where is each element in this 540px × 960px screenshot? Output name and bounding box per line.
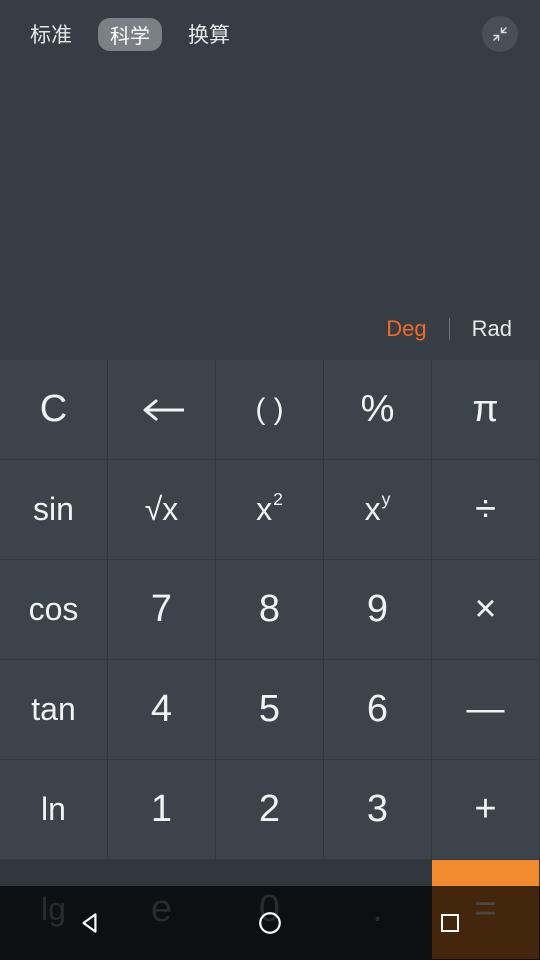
square-exp: 2: [273, 489, 283, 510]
parentheses-button[interactable]: ( ): [216, 360, 324, 460]
triangle-back-icon: [77, 910, 103, 936]
angle-mode: Deg Rad: [386, 316, 512, 342]
two-button[interactable]: 2: [216, 760, 324, 860]
tab-standard[interactable]: 标准: [22, 16, 80, 52]
power-exp: y: [382, 489, 391, 510]
angle-separator: [449, 318, 450, 340]
angle-rad[interactable]: Rad: [472, 316, 512, 342]
tab-convert[interactable]: 换算: [180, 16, 238, 52]
four-button[interactable]: 4: [108, 660, 216, 760]
tab-scientific[interactable]: 科学: [98, 18, 162, 51]
five-button[interactable]: 5: [216, 660, 324, 760]
collapse-icon: [491, 25, 509, 43]
eight-button[interactable]: 8: [216, 560, 324, 660]
backspace-button[interactable]: [108, 360, 216, 460]
square-base: x: [256, 491, 272, 528]
one-button[interactable]: 1: [108, 760, 216, 860]
three-button[interactable]: 3: [324, 760, 432, 860]
nav-home[interactable]: [255, 908, 285, 938]
percent-button[interactable]: %: [324, 360, 432, 460]
minus-button[interactable]: —: [432, 660, 540, 760]
square-recent-icon: [438, 911, 462, 935]
plus-button[interactable]: +: [432, 760, 540, 860]
square-button[interactable]: x2: [216, 460, 324, 560]
seven-button[interactable]: 7: [108, 560, 216, 660]
angle-deg[interactable]: Deg: [386, 316, 426, 342]
nine-button[interactable]: 9: [324, 560, 432, 660]
clear-button[interactable]: C: [0, 360, 108, 460]
mode-tabs: 标准 科学 换算: [0, 0, 540, 68]
power-base: x: [365, 491, 381, 528]
cos-button[interactable]: cos: [0, 560, 108, 660]
multiply-button[interactable]: ×: [432, 560, 540, 660]
tan-button[interactable]: tan: [0, 660, 108, 760]
nav-back[interactable]: [75, 908, 105, 938]
circle-home-icon: [257, 910, 283, 936]
sin-button[interactable]: sin: [0, 460, 108, 560]
power-button[interactable]: xy: [324, 460, 432, 560]
backspace-icon: [140, 398, 184, 422]
display-area: Deg Rad: [0, 68, 540, 360]
nav-recent[interactable]: [435, 908, 465, 938]
pi-button[interactable]: π: [432, 360, 540, 460]
system-navbar: [0, 886, 540, 960]
collapse-button[interactable]: [482, 16, 518, 52]
keypad: C ( ) % π sin √x x2 xy ÷ cos 7 8 9 × tan…: [0, 360, 540, 960]
sqrt-button[interactable]: √x: [108, 460, 216, 560]
ln-button[interactable]: ln: [0, 760, 108, 860]
divide-button[interactable]: ÷: [432, 460, 540, 560]
six-button[interactable]: 6: [324, 660, 432, 760]
